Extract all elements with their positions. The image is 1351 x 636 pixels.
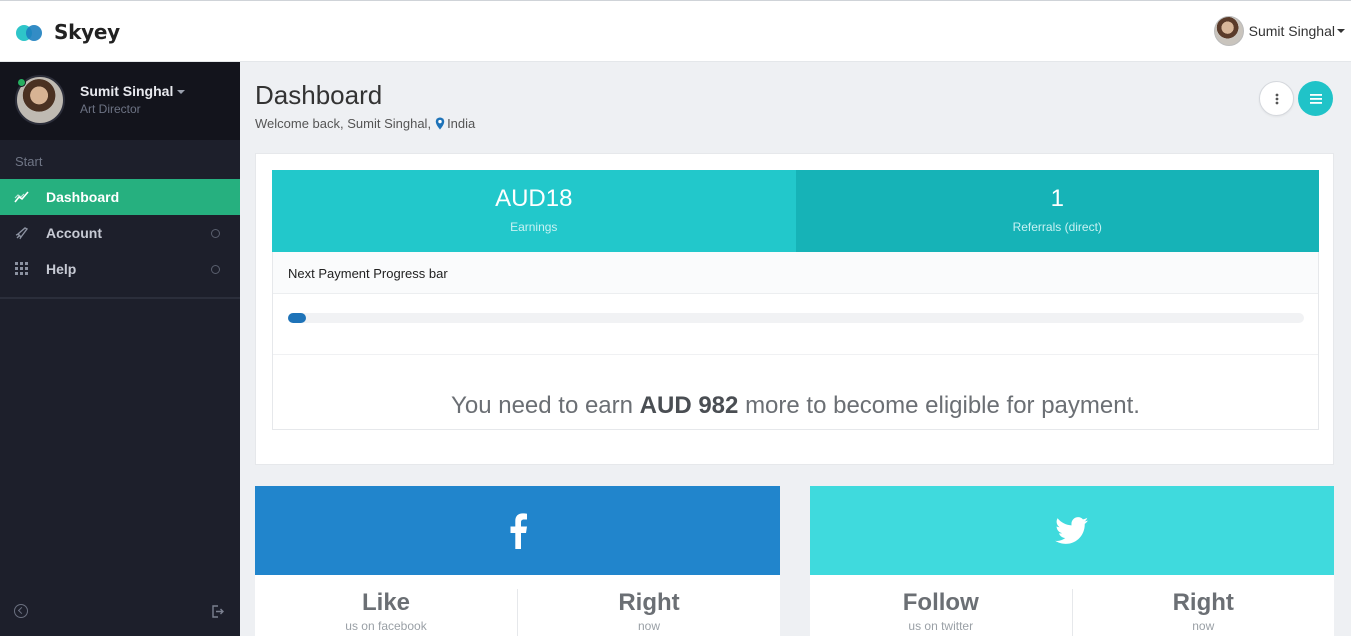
location-pin-icon [435,117,445,130]
twitter-card[interactable]: Follow us on twitter Right now [810,486,1334,636]
facebook-stats: Like us on facebook Right now [255,575,780,636]
sidebar-item-label: Dashboard [46,189,120,205]
referrals-stat: 1 Referrals (direct) [795,170,1319,252]
welcome-message: Welcome back, Sumit Singhal, [255,116,432,131]
collapse-sidebar-icon[interactable] [14,604,28,618]
facebook-icon [510,512,527,549]
caret-down-icon [1337,29,1345,33]
twitter-stats: Follow us on twitter Right now [810,575,1334,636]
facebook-like-subtitle: us on facebook [345,619,427,633]
referrals-value: 1 [1050,185,1064,212]
more-options-button[interactable] [1259,81,1294,116]
caret-down-icon [177,90,186,95]
sidebar-item-label: Help [46,261,77,277]
chart-line-icon [0,189,46,205]
message-prefix: You need to earn [451,392,633,419]
earnings-value: AUD18 [495,185,573,212]
twitter-follow-subtitle: us on twitter [908,619,974,633]
brand[interactable]: Skyey [16,20,120,44]
twitter-banner [810,486,1334,575]
twitter-right-now: Right now [1071,589,1335,636]
sidebar-profile: Sumit Singhal Art Director [0,62,240,140]
sidebar-nav: Dashboard Account Help [0,179,240,287]
earnings-stat: AUD18 Earnings [272,170,796,252]
sidebar: Sumit Singhal Art Director Start Dashboa… [0,62,240,636]
facebook-banner [255,486,780,575]
facebook-right-subtitle: now [637,619,660,633]
facebook-right-now: Right now [517,589,780,636]
grid-icon [0,261,46,277]
message-suffix: more to become eligible for payment. [745,392,1140,419]
online-status-dot [17,78,26,87]
page-title: Dashboard [255,80,383,110]
circle-icon [211,265,220,274]
profile-name-dropdown[interactable]: Sumit Singhal [80,83,186,99]
referrals-label: Referrals (direct) [1012,220,1102,234]
hamburger-icon [1309,93,1322,104]
payment-progress-card: Next Payment Progress bar You need to ea… [272,252,1319,430]
twitter-right-title: Right [1172,589,1234,616]
progress-bar-fill [288,313,307,323]
progress-title: Next Payment Progress bar [273,252,1318,294]
rocket-icon [0,225,46,241]
facebook-like-title: Like [361,589,411,616]
message-amount: AUD 982 [639,392,739,419]
twitter-follow-title: Follow [902,589,979,616]
stats-row: AUD18 Earnings 1 Referrals (direct) [272,170,1319,252]
logout-icon[interactable] [211,605,224,618]
sidebar-item-label: Account [46,225,102,241]
divider [0,297,240,299]
payment-eligibility-message: You need to earn AUD 982 more to become … [273,392,1318,420]
welcome-text: Welcome back, Sumit Singhal, India [255,116,475,131]
twitter-right-subtitle: now [1192,619,1215,633]
profile-role: Art Director [80,102,141,116]
sidebar-item-dashboard[interactable]: Dashboard [0,179,240,215]
nav-section-label: Start [15,154,43,169]
progress-bar [288,313,1304,323]
more-vertical-icon [1275,93,1278,104]
user-menu-button[interactable]: Sumit Singhal [1213,16,1345,46]
location-text: India [447,116,476,131]
twitter-icon [1055,516,1089,544]
logo-icon [16,21,46,43]
sidebar-item-account[interactable]: Account [0,215,240,251]
facebook-right-title: Right [618,589,680,616]
avatar [1213,16,1244,46]
user-name: Sumit Singhal [1248,23,1335,39]
earnings-label: Earnings [510,220,558,234]
top-bar: Skyey Sumit Singhal [0,0,1351,62]
menu-button[interactable] [1298,81,1333,116]
facebook-like: Like us on facebook [255,575,517,636]
divider [273,354,1318,355]
circle-icon [211,229,220,238]
brand-name: Skyey [54,20,120,44]
twitter-follow: Follow us on twitter [810,575,1072,636]
sidebar-item-help[interactable]: Help [0,251,240,287]
facebook-card[interactable]: Like us on facebook Right now [255,486,780,636]
profile-name: Sumit Singhal [80,83,174,99]
stats-panel: AUD18 Earnings 1 Referrals (direct) Next… [255,153,1334,465]
